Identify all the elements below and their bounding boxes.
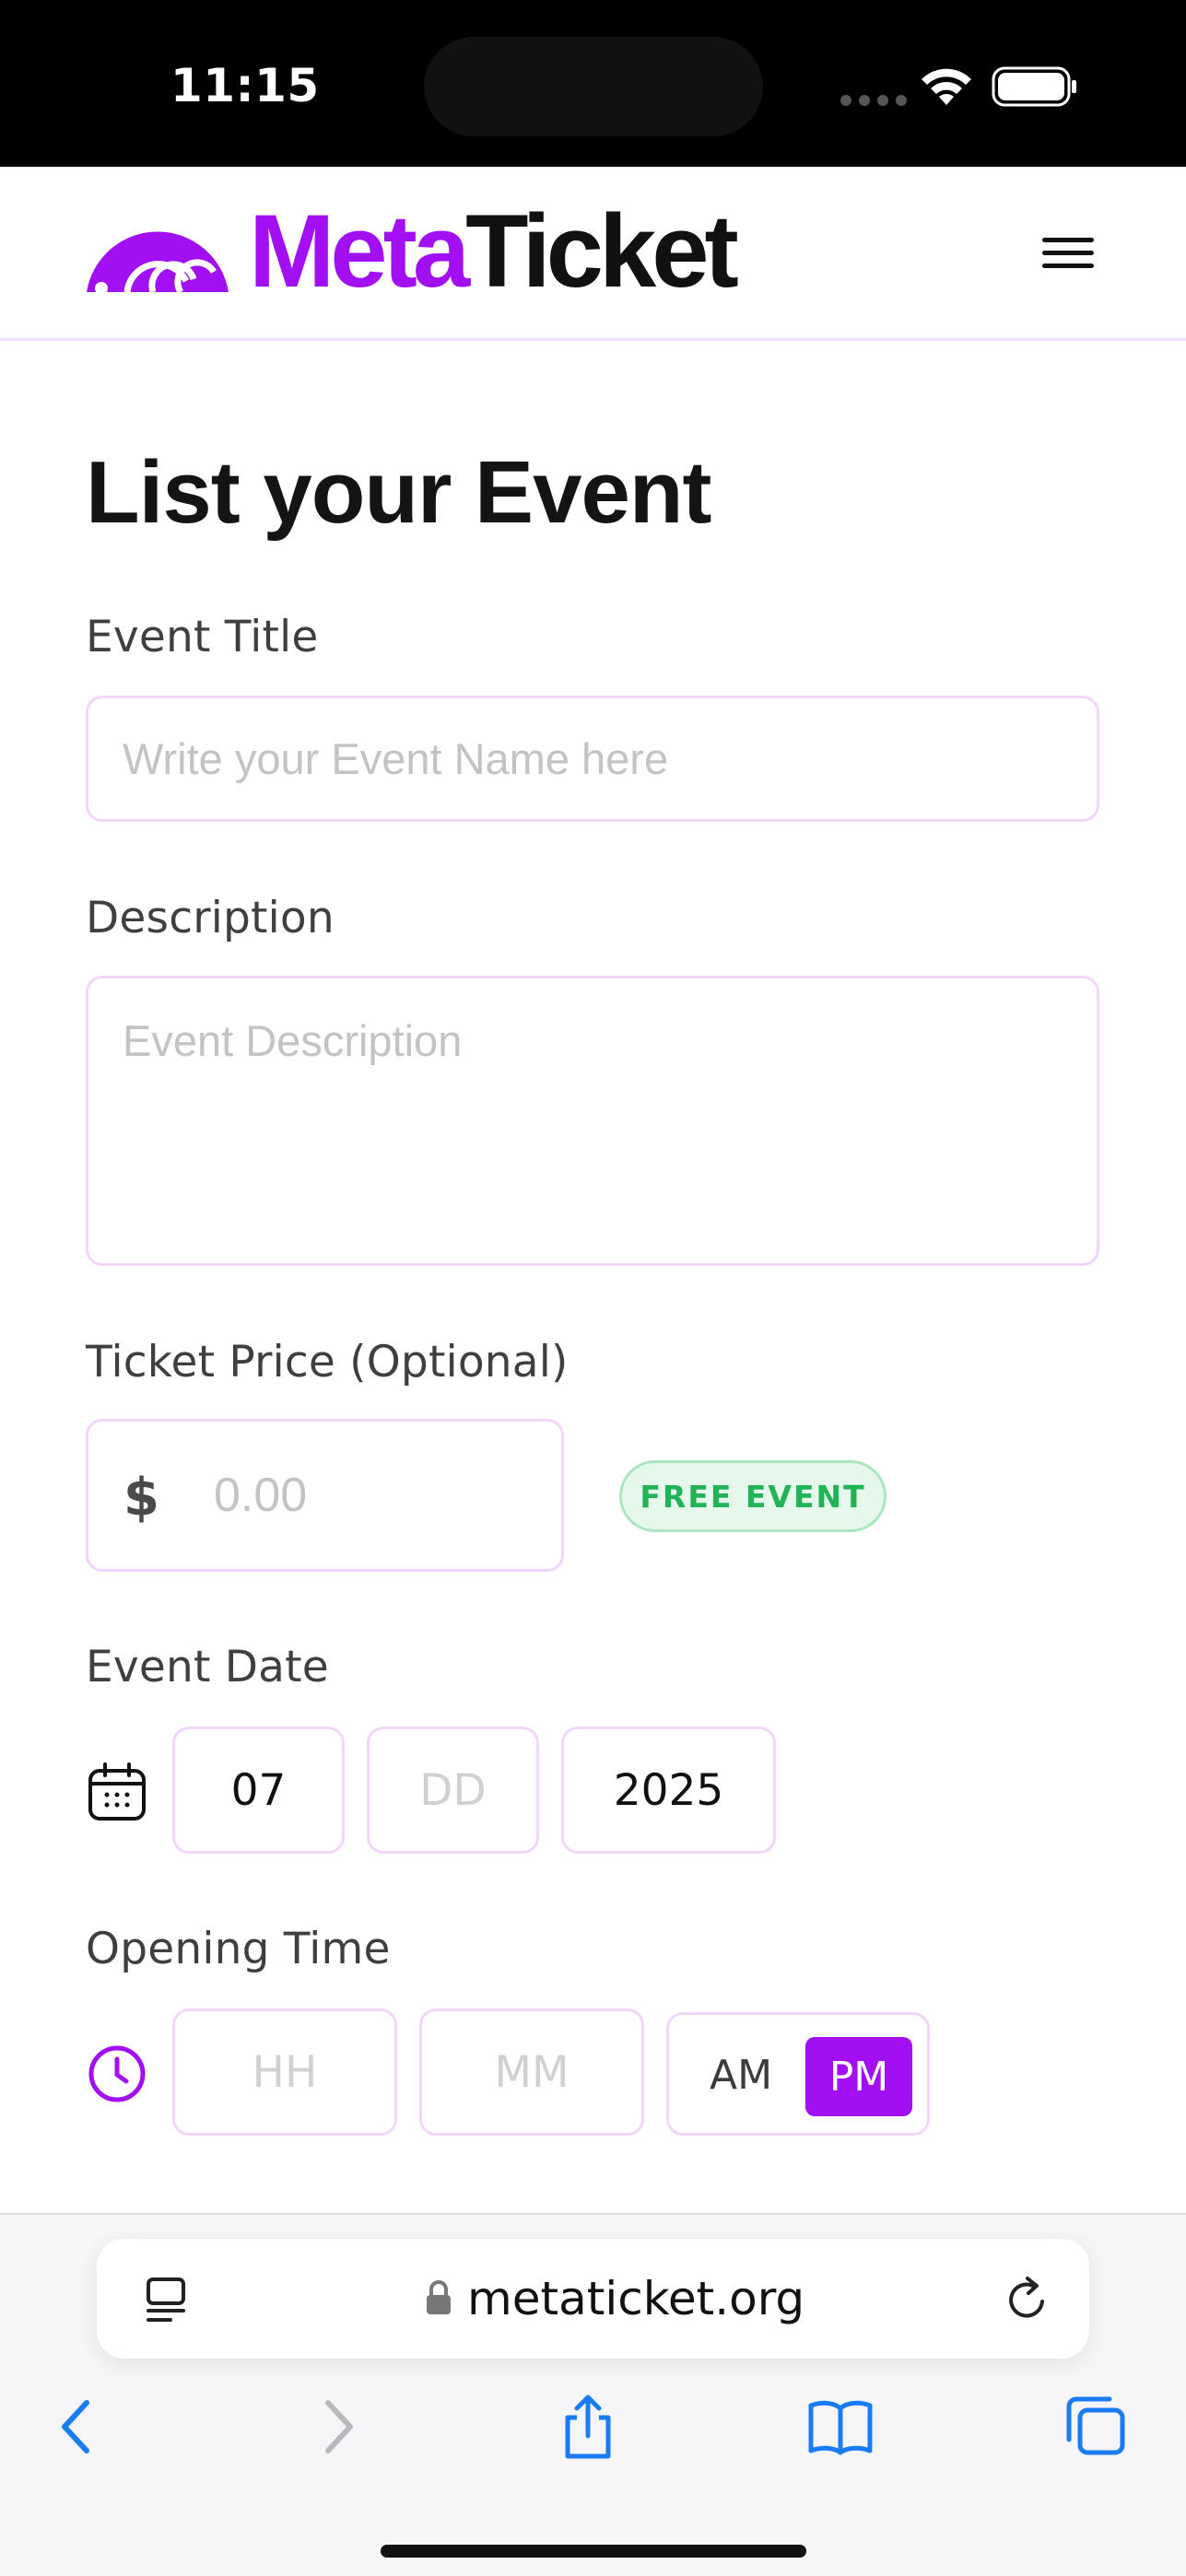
address-bar[interactable]: metaticket.org (97, 2239, 1089, 2359)
cellular-signal-icon (840, 95, 907, 106)
pm-button[interactable]: PM (805, 2037, 912, 2116)
back-icon[interactable] (41, 2390, 114, 2464)
event-title-label: Event Title (86, 612, 319, 662)
calendar-icon[interactable] (87, 1762, 147, 1822)
url-text[interactable]: metaticket.org (467, 2272, 804, 2325)
wifi-icon (922, 68, 971, 105)
event-day-input[interactable]: DD (367, 1727, 539, 1854)
event-title-input[interactable] (88, 698, 1097, 819)
opening-time-label: Opening Time (86, 1924, 391, 1974)
dynamic-island (424, 37, 763, 136)
am-button[interactable]: AM (695, 2044, 787, 2105)
ticket-price-input[interactable] (181, 1422, 549, 1569)
page-title: List your Event (86, 443, 711, 542)
ticket-price-field[interactable]: $ (86, 1419, 564, 1572)
share-icon[interactable] (551, 2390, 625, 2464)
bookmarks-icon[interactable] (804, 2390, 877, 2464)
reload-icon[interactable] (1002, 2274, 1053, 2325)
reader-icon[interactable] (141, 2274, 193, 2325)
status-bar: 11:15 (0, 0, 1186, 167)
free-event-badge[interactable]: FREE EVENT (619, 1460, 887, 1532)
tabs-icon[interactable] (1058, 2390, 1132, 2464)
opening-hour-input[interactable]: HH (172, 2008, 397, 2136)
forward-icon[interactable] (300, 2390, 374, 2464)
browser-toolbar: metaticket.org (0, 2213, 1186, 2576)
logo-ticket-text: Ticket (465, 193, 739, 309)
description-field[interactable] (86, 976, 1099, 1266)
description-textarea[interactable] (88, 978, 1097, 1263)
lock-icon (427, 2280, 451, 2314)
currency-symbol: $ (123, 1468, 159, 1528)
opening-minute-input[interactable]: MM (419, 2008, 644, 2136)
status-time: 11:15 (170, 59, 320, 112)
hamburger-menu-icon[interactable] (1038, 229, 1098, 281)
description-label: Description (86, 893, 335, 943)
home-indicator (381, 2545, 806, 2558)
ticket-price-label: Ticket Price (Optional) (86, 1337, 569, 1388)
am-pm-toggle: AM PM (666, 2012, 930, 2136)
event-year-input[interactable]: 2025 (561, 1727, 776, 1854)
battery-icon (992, 66, 1076, 107)
site-header: MetaTicket (0, 167, 1186, 341)
logo-mark-icon (87, 231, 229, 292)
page: 11:15 MetaTicket List your Event Event T… (0, 0, 1186, 2576)
logo-wordmark[interactable]: MetaTicket (249, 200, 739, 303)
event-title-field[interactable] (86, 696, 1099, 822)
event-month-input[interactable]: 07 (172, 1727, 345, 1854)
clock-icon[interactable] (87, 2043, 147, 2104)
logo-meta-text: Meta (249, 193, 470, 309)
event-date-label: Event Date (86, 1642, 329, 1692)
